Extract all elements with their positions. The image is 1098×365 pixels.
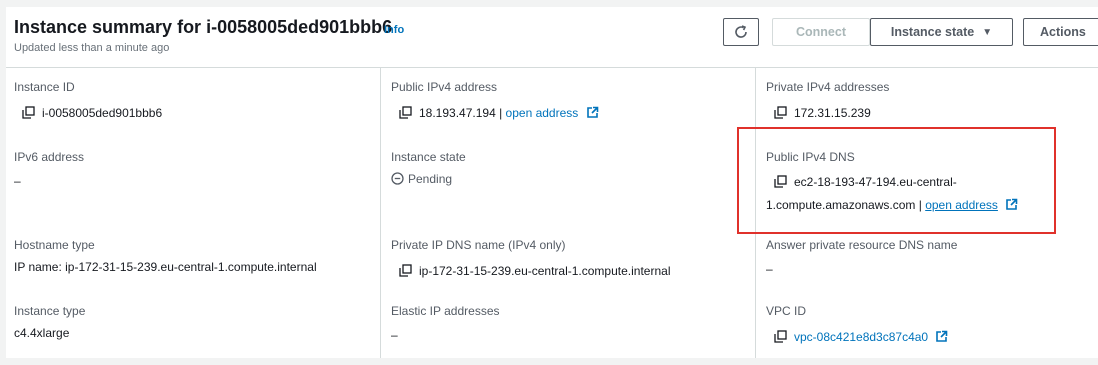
- updated-status: Updated less than a minute ago: [14, 42, 170, 54]
- field-label: Instance ID: [14, 80, 75, 94]
- summary-header: Instance summary for i-0058005ded901bbb6…: [6, 7, 1098, 68]
- separator: |: [915, 198, 926, 212]
- copy-icon[interactable]: [774, 175, 787, 188]
- details-column-1: Instance ID i-0058005ded901bbb6 IPv6 add…: [6, 68, 380, 358]
- elastic-ip-value: –: [391, 328, 398, 342]
- caret-down-icon: ▼: [982, 26, 993, 38]
- connect-button[interactable]: Connect: [772, 18, 870, 46]
- field-label: Instance state: [391, 150, 466, 164]
- page-title: Instance summary for i-0058005ded901bbb6: [14, 17, 393, 37]
- instance-state-value: Pending: [391, 172, 452, 186]
- field-label: Private IPv4 addresses: [766, 80, 890, 94]
- field-label: Instance type: [14, 304, 86, 318]
- pending-icon: [391, 172, 404, 185]
- field-label: VPC ID: [766, 304, 807, 318]
- details-column-2: Public IPv4 address 18.193.47.194 | open…: [380, 68, 756, 358]
- public-ipv4-text: 18.193.47.194: [419, 106, 496, 120]
- public-ipv4-value: 18.193.47.194 | open address: [399, 106, 599, 120]
- private-dns-text: ip-172-31-15-239.eu-central-1.compute.in…: [419, 264, 671, 278]
- instance-state-label: Instance state: [890, 25, 975, 39]
- separator: |: [495, 106, 506, 120]
- public-dns-value-line2: 1.compute.amazonaws.com | open address: [766, 198, 1018, 212]
- vpc-id-link[interactable]: vpc-08c421e8d3c87c4a0: [794, 330, 928, 344]
- actions-label: Actions: [1040, 25, 1086, 39]
- open-address-link[interactable]: open address: [506, 106, 579, 120]
- info-link[interactable]: Info: [384, 24, 404, 36]
- instance-summary-panel: Instance summary for i-0058005ded901bbb6…: [6, 7, 1098, 358]
- hostname-type-value: IP name: ip-172-31-15-239.eu-central-1.c…: [14, 260, 317, 274]
- field-label: Public IPv4 DNS: [766, 150, 855, 164]
- refresh-button[interactable]: [723, 18, 759, 46]
- external-link-icon[interactable]: [586, 106, 599, 119]
- vpc-id-value: vpc-08c421e8d3c87c4a0: [774, 330, 948, 344]
- instance-state-text: Pending: [408, 172, 453, 186]
- field-label: Answer private resource DNS name: [766, 238, 958, 252]
- field-label: Hostname type: [14, 238, 95, 252]
- ipv6-value: –: [14, 174, 21, 188]
- copy-icon[interactable]: [399, 106, 412, 119]
- refresh-icon: [735, 25, 747, 38]
- copy-icon[interactable]: [774, 106, 787, 119]
- instance-id-text: i-0058005ded901bbb6: [42, 106, 163, 120]
- private-ipv4-value: 172.31.15.239: [774, 106, 871, 120]
- copy-icon[interactable]: [774, 330, 787, 343]
- details-column-3: Private IPv4 addresses 172.31.15.239 Pub…: [755, 68, 1098, 358]
- copy-icon[interactable]: [22, 106, 35, 119]
- field-label: Private IP DNS name (IPv4 only): [391, 238, 566, 252]
- actions-dropdown[interactable]: Actions: [1023, 18, 1098, 46]
- answer-private-dns-value: –: [766, 262, 773, 276]
- instance-type-value: c4.4xlarge: [14, 326, 70, 340]
- connect-button-label: Connect: [796, 25, 846, 39]
- instance-state-dropdown[interactable]: Instance state ▼: [870, 18, 1013, 46]
- field-label: Public IPv4 address: [391, 80, 498, 94]
- public-dns-value: ec2-18-193-47-194.eu-central-: [774, 175, 957, 189]
- external-link-icon[interactable]: [1005, 198, 1018, 211]
- open-address-link[interactable]: open address: [925, 198, 998, 212]
- private-ipv4-text: 172.31.15.239: [794, 106, 871, 120]
- field-label: Elastic IP addresses: [391, 304, 500, 318]
- public-dns-text-line1: ec2-18-193-47-194.eu-central-: [794, 175, 957, 189]
- copy-icon[interactable]: [399, 264, 412, 277]
- public-dns-text-line2: 1.compute.amazonaws.com: [766, 198, 916, 212]
- private-dns-value: ip-172-31-15-239.eu-central-1.compute.in…: [399, 264, 670, 278]
- instance-id-value: i-0058005ded901bbb6: [22, 106, 162, 120]
- external-link-icon[interactable]: [935, 330, 948, 343]
- field-label: IPv6 address: [14, 150, 85, 164]
